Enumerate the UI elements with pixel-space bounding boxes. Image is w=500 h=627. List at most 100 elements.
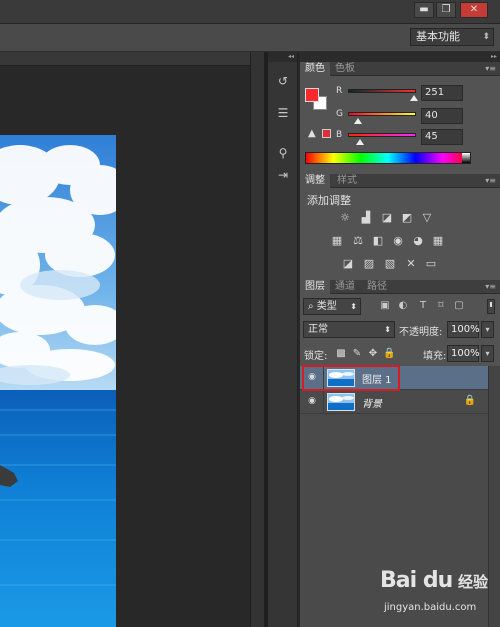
curves-icon[interactable]: ◪ — [380, 212, 394, 224]
lock-icon: 🔒 — [463, 395, 476, 406]
layers-panel-tabs: 图层 通道 路径 ▾≡ — [300, 280, 500, 294]
layer-thumbnail — [327, 393, 355, 411]
blend-mode-value: 正常 — [308, 324, 328, 335]
color-balance-icon[interactable]: ⚖ — [351, 235, 365, 247]
color-spectrum[interactable] — [305, 152, 471, 164]
gamut-warning-icon[interactable]: ▲ — [308, 128, 316, 139]
right-panels: ▸▸ 颜色 色板 ▾≡ ▲ R 251 G 40 B 45 调整 样式 ▾≡ 添… — [300, 52, 500, 627]
lock-position-icon[interactable]: ✥ — [367, 347, 379, 360]
vibrance-icon[interactable]: ▽ — [420, 212, 434, 224]
chevron-down-icon: ⬍ — [482, 32, 490, 42]
restore-icon[interactable]: ❐ — [436, 2, 456, 18]
tab-paths[interactable]: 路径 — [362, 280, 392, 294]
gradient-map-icon[interactable]: ▭ — [424, 258, 438, 270]
lock-pixels-icon[interactable]: ✎ — [351, 347, 363, 360]
eye-icon[interactable]: ◉ — [306, 396, 318, 406]
tab-channels[interactable]: 通道 — [330, 280, 360, 294]
canvas-scrollbar[interactable] — [250, 52, 264, 627]
channel-r-field[interactable]: 251 — [421, 85, 463, 101]
shape-filter-icon[interactable]: ⌑ — [435, 299, 447, 313]
tab-adjustments[interactable]: 调整 — [300, 174, 330, 188]
blend-mode-select[interactable]: 正常 ⬍ — [303, 321, 395, 338]
layer-row[interactable]: ◉ 背景 🔒 — [300, 390, 488, 414]
channel-r-thumb[interactable] — [410, 95, 418, 101]
threshold-icon[interactable]: ▧ — [383, 258, 397, 270]
channel-b-field[interactable]: 45 — [421, 129, 463, 145]
layer-filter-row: ⌕ 类型 ⬍ ▣ ◐ T ⌑ ▢ — [303, 298, 497, 316]
collapsed-panel-dock: ◂◂ ↺ ☰ ⚲ ⇥ — [268, 52, 298, 627]
brush-presets-icon[interactable]: ⚲ — [273, 144, 293, 162]
channel-mixer-icon[interactable]: ◕ — [411, 235, 425, 247]
color-panel-tabs: 颜色 色板 ▾≡ — [300, 62, 500, 76]
posterize-icon[interactable]: ▨ — [362, 258, 376, 270]
tab-styles[interactable]: 样式 — [332, 174, 362, 188]
add-adjustment-title: 添加调整 — [307, 194, 351, 207]
channel-g-slider[interactable] — [348, 112, 416, 116]
collapse-dock-icon[interactable]: ◂◂ — [268, 52, 297, 62]
exposure-icon[interactable]: ◩ — [400, 212, 414, 224]
lock-all-icon[interactable]: 🔒 — [383, 347, 395, 360]
divider — [323, 390, 324, 414]
layer-filter-select[interactable]: ⌕ 类型 ⬍ — [303, 298, 361, 315]
fill-field[interactable]: 100% — [447, 345, 480, 362]
document-image — [0, 135, 116, 627]
levels-icon[interactable]: ▟ — [359, 212, 373, 224]
watermark-brand: 经验 — [458, 573, 489, 591]
opacity-field[interactable]: 100% — [447, 321, 480, 338]
channel-b-thumb[interactable] — [356, 139, 364, 145]
gamut-swatch[interactable] — [322, 129, 331, 138]
type-filter-icon[interactable]: T — [417, 299, 429, 313]
collapse-panels-icon[interactable]: ▸▸ — [300, 52, 500, 62]
channel-g-thumb[interactable] — [354, 118, 362, 124]
lock-row: 锁定: ▩ ✎ ✥ 🔒 填充: 100% ▾ — [303, 345, 497, 363]
smart-object-filter-icon[interactable]: ▢ — [453, 299, 465, 313]
tool-presets-icon[interactable]: ⇥ — [273, 166, 293, 184]
brightness-icon[interactable]: ☼ — [338, 212, 352, 224]
selective-color-icon[interactable]: ✕ — [404, 258, 418, 270]
channel-r-slider[interactable] — [348, 89, 416, 93]
lock-transparent-icon[interactable]: ▩ — [335, 347, 347, 360]
baidu-logo: Bai du — [380, 568, 453, 593]
close-icon[interactable]: ✕ — [460, 2, 488, 18]
tab-layers[interactable]: 图层 — [300, 280, 330, 294]
watermark-url: jingyan.baidu.com — [384, 602, 477, 613]
photo-filter-icon[interactable]: ◉ — [391, 235, 405, 247]
fill-dropdown-icon[interactable]: ▾ — [481, 345, 494, 362]
adjustments-panel-tabs: 调整 样式 ▾≡ — [300, 174, 500, 188]
fill-label: 填充: — [423, 351, 447, 362]
selection-highlight-box — [302, 365, 400, 391]
channel-b-label: B — [336, 130, 343, 140]
panel-menu-icon[interactable]: ▾≡ — [485, 280, 496, 294]
search-icon: ⌕ — [308, 301, 314, 312]
tab-color[interactable]: 颜色 — [300, 62, 330, 76]
properties-icon[interactable]: ☰ — [273, 104, 293, 122]
color-lookup-icon[interactable]: ▦ — [431, 235, 445, 247]
options-bar: 基本功能 ⬍ — [0, 24, 500, 52]
sea-sky-photo — [0, 135, 116, 627]
foreground-color-swatch[interactable] — [305, 88, 319, 102]
opacity-dropdown-icon[interactable]: ▾ — [481, 321, 494, 338]
black-white-ramp[interactable] — [462, 153, 470, 163]
hue-saturation-icon[interactable]: ▦ — [330, 235, 344, 247]
panel-menu-icon[interactable]: ▾≡ — [485, 174, 496, 188]
channel-r-label: R — [336, 86, 343, 96]
layer-name[interactable]: 背景 — [362, 395, 382, 410]
invert-icon[interactable]: ◪ — [341, 258, 355, 270]
document-canvas[interactable] — [0, 52, 264, 627]
filter-type-label: 类型 — [316, 301, 337, 312]
minimize-icon[interactable]: ▬ — [414, 2, 434, 18]
panel-menu-icon[interactable]: ▾≡ — [485, 62, 496, 76]
history-icon[interactable]: ↺ — [273, 72, 293, 90]
workspace-select[interactable]: 基本功能 ⬍ — [410, 28, 494, 46]
channel-b-slider[interactable] — [348, 133, 416, 137]
tab-swatches[interactable]: 色板 — [330, 62, 360, 76]
black-white-icon[interactable]: ◧ — [371, 235, 385, 247]
filter-toggle-switch[interactable] — [487, 299, 495, 314]
chevron-down-icon: ⬍ — [384, 325, 391, 334]
channel-g-field[interactable]: 40 — [421, 108, 463, 124]
lock-label: 锁定: — [304, 351, 328, 362]
opacity-label: 不透明度: — [399, 327, 443, 338]
pixel-filter-icon[interactable]: ▣ — [379, 299, 391, 313]
adjustment-filter-icon[interactable]: ◐ — [397, 299, 409, 313]
workspace-label: 基本功能 — [416, 30, 460, 43]
